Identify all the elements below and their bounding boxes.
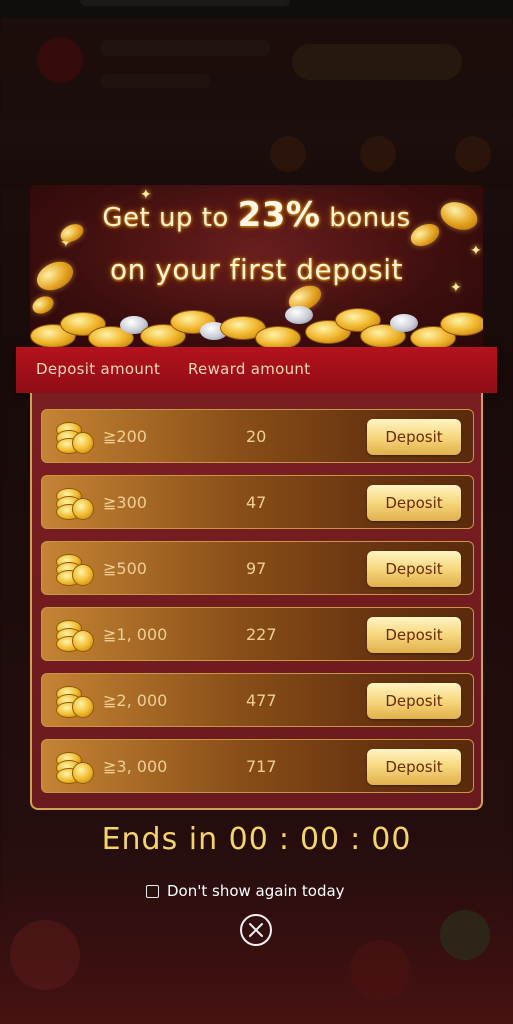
reward-amount: 47: [246, 493, 267, 512]
column-header-reward: Reward amount: [188, 360, 311, 378]
promo-banner: ✦ ✦ ✦ ✦ Get up to 23% bonus on your firs…: [30, 185, 483, 350]
countdown-timer: Ends in 00:00:00: [0, 822, 513, 857]
deposit-amount: ≧3, 000: [103, 757, 168, 776]
bonus-percent: 23%: [237, 195, 321, 235]
reward-amount: 97: [246, 559, 267, 578]
countdown-label: Ends in: [101, 822, 219, 857]
coin-stack-icon: [56, 488, 94, 520]
headline-suffix: bonus: [320, 203, 411, 233]
deposit-button[interactable]: Deposit: [367, 617, 461, 653]
deposit-amount: ≧300: [103, 493, 147, 512]
table-header: Deposit amount Reward amount: [16, 347, 497, 393]
reward-amount: 227: [246, 625, 277, 644]
tier-row: ≧200 20 Deposit: [41, 409, 474, 463]
deposit-amount: ≧1, 000: [103, 625, 168, 644]
coin-pile-icon: [30, 302, 483, 350]
tier-row: ≧300 47 Deposit: [41, 475, 474, 529]
dont-show-again-label: Don't show again today: [167, 882, 345, 900]
coin-stack-icon: [56, 620, 94, 652]
countdown-seconds: 00: [371, 822, 412, 857]
deposit-amount: ≧200: [103, 427, 147, 446]
tier-row: ≧500 97 Deposit: [41, 541, 474, 595]
coin-stack-icon: [56, 554, 94, 586]
banner-headline: Get up to 23% bonus: [30, 195, 483, 235]
reward-amount: 717: [246, 757, 277, 776]
countdown-minutes: 00: [299, 822, 341, 857]
deposit-button[interactable]: Deposit: [367, 551, 461, 587]
deposit-amount: ≧500: [103, 559, 147, 578]
coin-stack-icon: [56, 686, 94, 718]
deposit-button[interactable]: Deposit: [367, 749, 461, 785]
close-icon: [249, 923, 263, 937]
deposit-amount: ≧2, 000: [103, 691, 168, 710]
reward-amount: 477: [246, 691, 277, 710]
countdown-separator: :: [278, 822, 290, 857]
dont-show-again-checkbox[interactable]: Don't show again today: [146, 880, 345, 902]
close-button[interactable]: [240, 914, 272, 946]
headline-prefix: Get up to: [102, 203, 238, 233]
checkbox-icon[interactable]: [146, 884, 159, 898]
countdown-separator: :: [350, 822, 362, 857]
deposit-button[interactable]: Deposit: [367, 683, 461, 719]
column-header-deposit: Deposit amount: [36, 360, 161, 378]
countdown-hours: 00: [228, 822, 269, 857]
banner-subline: on your first deposit: [109, 253, 403, 286]
tier-row: ≧2, 000 477 Deposit: [41, 673, 474, 727]
reward-amount: 20: [246, 427, 267, 446]
coin-stack-icon: [56, 422, 94, 454]
deposit-button[interactable]: Deposit: [367, 419, 461, 455]
deposit-button[interactable]: Deposit: [367, 485, 461, 521]
tier-row: ≧1, 000 227 Deposit: [41, 607, 474, 661]
deposit-tiers-panel: ≧200 20 Deposit ≧300 47 Deposit ≧500 97 …: [30, 393, 483, 810]
coin-stack-icon: [56, 752, 94, 784]
tier-row: ≧3, 000 717 Deposit: [41, 739, 474, 793]
